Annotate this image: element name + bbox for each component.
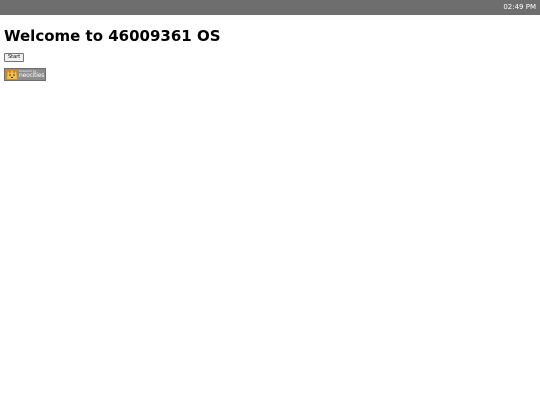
start-button[interactable]: Start <box>4 53 25 62</box>
badge-brand-text: neocities <box>19 72 45 79</box>
page-title: Welcome to 46009361 OS <box>4 27 221 45</box>
clock: 02:49 PM <box>503 3 536 11</box>
badge-text: Powered by neocities <box>19 70 44 79</box>
badge-small-text: Powered by <box>19 69 37 73</box>
main-content: Welcome to 46009361 OS Start Powered by … <box>4 27 221 81</box>
neocities-cat-icon <box>6 69 18 80</box>
top-bar: 02:49 PM <box>0 0 540 15</box>
neocities-badge[interactable]: Powered by neocities <box>4 68 46 81</box>
